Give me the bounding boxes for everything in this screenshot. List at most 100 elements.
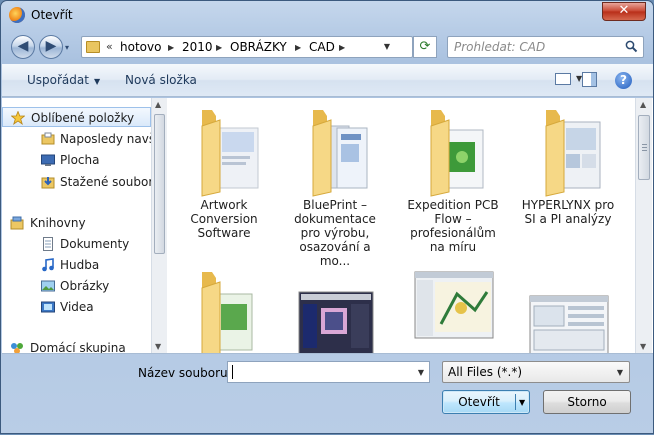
sidebar-item-label: Videa <box>60 300 94 314</box>
help-icon[interactable]: ? <box>615 72 632 89</box>
image-thumbnail-icon <box>414 271 494 339</box>
address-overflow-chevron[interactable]: « <box>106 40 113 53</box>
breadcrumb-2010[interactable]: 2010 <box>182 40 213 54</box>
folder-item[interactable]: Artwork Conversion Software <box>169 102 279 240</box>
breadcrumb-separator-icon[interactable]: ▶ <box>168 43 174 52</box>
navigation-pane: Oblíbené položky Naposledy navštívené Pl… <box>2 98 151 354</box>
content-area: Oblíbené položky Naposledy navštívené Pl… <box>2 98 653 354</box>
file-label: Expedition PCB Flow – profesionálům na m… <box>407 198 499 254</box>
change-view-icon[interactable] <box>555 73 571 85</box>
sidebar-item-pictures[interactable]: Obrázky <box>2 276 151 296</box>
folder-icon <box>201 272 253 353</box>
sidebar-item-label: Hudba <box>60 258 100 272</box>
navigation-pane-scrollbar[interactable]: ▲ ▼ <box>151 98 167 353</box>
scrollbar-thumb[interactable] <box>638 115 650 180</box>
folder-icon <box>86 41 100 53</box>
image-item[interactable] <box>398 264 508 353</box>
sidebar-item-documents[interactable]: Dokumenty <box>2 234 151 254</box>
breadcrumb-obrazky[interactable]: OBRÁZKY <box>230 40 287 54</box>
forward-button[interactable]: ▶ <box>39 35 63 59</box>
folder-icon <box>545 110 601 197</box>
sidebar-item-homegroup[interactable]: Domácí skupina <box>2 338 151 354</box>
file-type-select[interactable]: All Files (*.*) ▼ <box>442 361 630 383</box>
preview-pane-icon[interactable] <box>582 72 597 87</box>
title-bar[interactable]: Otevřít ✕ <box>1 1 653 31</box>
chevron-down-icon[interactable]: ▼ <box>519 398 525 407</box>
file-list-scrollbar[interactable]: ▲ ▼ <box>635 98 652 353</box>
sidebar-item-music[interactable]: Hudba <box>2 255 151 275</box>
scroll-up-icon[interactable]: ▲ <box>640 100 646 109</box>
window-title: Otevřít <box>31 8 73 22</box>
folder-item[interactable]: HYPERLYNX pro SI a PI analýzy <box>513 102 623 226</box>
search-placeholder: Prohledat: CAD <box>454 40 546 54</box>
close-button[interactable]: ✕ <box>602 2 646 21</box>
sidebar-item-libraries[interactable]: Knihovny <box>2 213 151 233</box>
folder-icon <box>312 110 368 197</box>
breadcrumb-separator-icon[interactable]: ▶ <box>295 43 301 52</box>
grip-line <box>642 150 647 151</box>
breadcrumb-separator-icon[interactable]: ▶ <box>216 43 222 52</box>
firefox-icon <box>9 7 25 23</box>
folder-icon <box>201 110 259 197</box>
sidebar-item-label: Plocha <box>60 153 100 167</box>
scroll-down-icon[interactable]: ▼ <box>155 342 161 351</box>
sidebar-item-label: Oblíbené položky <box>31 111 135 125</box>
sidebar-item-favorites[interactable]: Oblíbené položky <box>2 107 151 127</box>
file-label: BluePrint – dokumentace pro výrobu, osaz… <box>294 198 376 268</box>
refresh-button[interactable]: ⟳ <box>413 36 437 58</box>
organize-label: Uspořádat <box>27 73 89 87</box>
chevron-down-icon[interactable]: ▼ <box>418 368 424 377</box>
chevron-down-icon: ▼ <box>93 77 101 86</box>
organize-menu-button[interactable]: Uspořádat ▼ <box>27 73 100 87</box>
sidebar-item-label: Obrázky <box>60 279 110 293</box>
folder-icon <box>430 110 484 197</box>
new-folder-button[interactable]: Nová složka <box>125 73 197 87</box>
homegroup-icon <box>11 343 23 353</box>
open-button[interactable]: Otevřít ▼ <box>442 390 530 414</box>
file-label: HYPERLYNX pro SI a PI analýzy <box>521 198 615 226</box>
search-input[interactable]: Prohledat: CAD <box>447 36 644 58</box>
scroll-up-icon[interactable]: ▲ <box>155 100 161 109</box>
grip-line <box>642 144 647 145</box>
folder-item[interactable]: Expedition PCB Flow – profesionálům na m… <box>398 102 508 254</box>
file-list: Artwork Conversion Software BluePrint – … <box>168 98 635 353</box>
file-label: Artwork Conversion Software <box>190 198 258 240</box>
star-icon <box>11 111 25 125</box>
cancel-button[interactable]: Storno <box>543 390 631 414</box>
grip-line <box>642 147 647 148</box>
image-item[interactable] <box>280 264 390 353</box>
sidebar-item-label: Domácí skupina <box>30 341 126 354</box>
folder-item[interactable]: BluePrint – dokumentace pro výrobu, osaz… <box>280 102 390 268</box>
image-item[interactable] <box>513 264 623 353</box>
image-thumbnail-icon <box>298 291 374 353</box>
open-file-dialog: Otevřít ✕ ◀ ▶ ▾ « hotovo ▶ 2010 ▶ OBRÁZK… <box>0 0 654 434</box>
sidebar-item-recent-places[interactable]: Naposledy navštívené <box>2 129 151 149</box>
search-icon[interactable] <box>625 40 638 53</box>
pictures-icon <box>41 280 55 292</box>
file-type-value: All Files (*.*) <box>448 365 523 379</box>
scrollbar-thumb[interactable] <box>154 114 165 254</box>
sidebar-item-label: Dokumenty <box>60 237 130 251</box>
image-thumbnail-icon <box>529 295 609 353</box>
sidebar-item-videos[interactable]: Videa <box>2 297 151 317</box>
scroll-down-icon[interactable]: ▼ <box>640 342 646 351</box>
sidebar-item-downloads[interactable]: Stažené soubory <box>2 172 151 192</box>
downloads-icon <box>41 177 55 189</box>
sidebar-item-label: Knihovny <box>30 216 86 230</box>
folder-item[interactable] <box>169 264 279 353</box>
breadcrumb-separator-icon[interactable]: ▶ <box>339 43 345 52</box>
sidebar-item-desktop[interactable]: Plocha <box>2 150 151 170</box>
filename-label: Název souboru: <box>138 366 232 380</box>
recent-pages-dropdown-icon[interactable]: ▾ <box>65 43 69 52</box>
dialog-footer: Název souboru: ▼ All Files (*.*) ▼ Otevř… <box>2 355 653 435</box>
back-button[interactable]: ◀ <box>11 35 35 59</box>
address-history-dropdown-icon[interactable]: ▼ <box>384 42 390 51</box>
breadcrumb-hotovo[interactable]: hotovo <box>120 40 161 54</box>
filename-input[interactable]: ▼ <box>227 361 430 383</box>
address-bar[interactable]: « hotovo ▶ 2010 ▶ OBRÁZKY ▶ CAD ▶ ▼ <box>81 36 413 58</box>
music-icon <box>42 258 54 272</box>
sidebar-item-label: Stažené soubory <box>60 175 151 189</box>
command-toolbar: Uspořádat ▼ Nová složka ▼ ? <box>2 64 653 97</box>
breadcrumb-cad[interactable]: CAD <box>309 40 335 54</box>
chevron-down-icon: ▼ <box>616 368 623 377</box>
